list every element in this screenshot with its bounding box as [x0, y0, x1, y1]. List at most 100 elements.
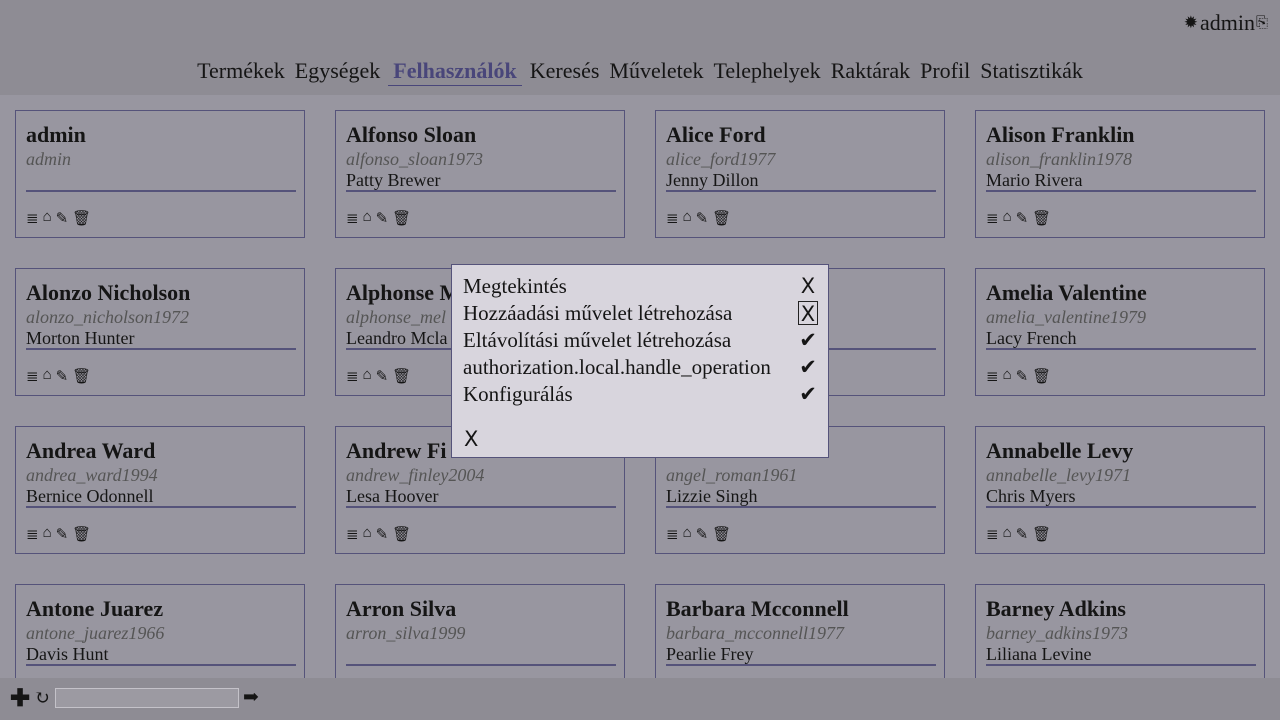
list-icon[interactable]: ≣: [26, 525, 39, 544]
list-icon[interactable]: ≣: [666, 209, 679, 228]
list-icon[interactable]: ≣: [26, 367, 39, 386]
user-card[interactable]: Barney Adkins barney_adkins1973 Liliana Le…: [975, 584, 1265, 678]
user-full-name: Annabelle Levy: [986, 438, 1134, 463]
list-icon[interactable]: ≣: [986, 209, 999, 228]
permission-toggle[interactable]: ✔: [798, 328, 818, 352]
delete-icon[interactable]: 🗑: [1032, 367, 1051, 386]
user-actions: ≣⌂✎🗑: [666, 209, 731, 228]
edit-icon[interactable]: ✎: [376, 367, 389, 386]
top-bar: ✹ admin ⎘ Termékek Egységek Felhasználók Ke…: [0, 0, 1280, 95]
nav-item-6[interactable]: Raktárak: [829, 58, 912, 84]
user-full-name: Andrea Ward: [26, 438, 156, 463]
user-card[interactable]: Arron Silvaarron_silva1999≣⌂✎🗑: [335, 584, 625, 678]
permission-row: Eltávolítási művelet létrehozása ✔: [463, 328, 818, 355]
nav-item-0[interactable]: Termékek: [195, 58, 287, 84]
refresh-icon[interactable]: ↻: [34, 687, 50, 710]
user-contact: Lesa Hoover: [346, 486, 616, 508]
nav-item-1[interactable]: Egységek: [293, 58, 383, 84]
edit-icon[interactable]: ✎: [696, 209, 709, 228]
user-full-name: Andrew Fi: [346, 438, 447, 463]
user-card[interactable]: Amelia Valentine amelia_valentine1979 Lacy…: [975, 268, 1265, 396]
user-card[interactable]: Alice Ford alice_ford1977 Jenny Dillon ≣ ⌂ ✎ 🗑: [655, 110, 945, 238]
user-card[interactable]: Barbara Mcconnell barbara_mcconnell1977 Pe…: [655, 584, 945, 678]
user-actions: ≣⌂✎🗑: [346, 525, 411, 544]
delete-icon[interactable]: 🗑: [392, 525, 411, 544]
edit-icon[interactable]: ✎: [56, 525, 69, 544]
permissions-modal: X Megtekintés X Hozzáadási művelet létreho…: [451, 264, 829, 458]
delete-icon[interactable]: 🗑: [72, 367, 91, 386]
warehouse-icon[interactable]: ⌂: [683, 209, 692, 228]
nav-item-2[interactable]: Felhasználók: [388, 58, 522, 86]
delete-icon[interactable]: 🗑: [1032, 525, 1051, 544]
user-contact: Liliana Levine: [986, 644, 1256, 666]
warehouse-icon[interactable]: ⌂: [363, 525, 372, 544]
user-card[interactable]: Antone Juarez antone_juarez1966 Davis Hunt…: [15, 584, 305, 678]
user-username: annabelle_levy1971: [986, 465, 1131, 485]
user-card[interactable]: Alfonso Sloan alfonso_sloan1973 Patty Brew…: [335, 110, 625, 238]
warehouse-icon[interactable]: ⌂: [683, 525, 692, 544]
modal-close-button[interactable]: X: [464, 427, 478, 451]
user-contact: Davis Hunt: [26, 644, 296, 666]
user-card[interactable]: Alison Franklin alison_franklin1978 Mario …: [975, 110, 1265, 238]
permission-toggle[interactable]: ✔: [798, 382, 818, 406]
nav-item-7[interactable]: Profil: [918, 58, 972, 84]
permission-toggle[interactable]: ✔: [798, 355, 818, 379]
edit-icon[interactable]: ✎: [696, 525, 709, 544]
go-arrow-icon[interactable]: ➡: [243, 686, 259, 709]
user-card[interactable]: admin admin ≣ ⌂ ✎ 🗑: [15, 110, 305, 238]
search-input[interactable]: [55, 688, 239, 708]
edit-icon[interactable]: ✎: [376, 525, 389, 544]
user-full-name: Barbara Mcconnell: [666, 596, 849, 621]
nav-item-5[interactable]: Telephelyek: [712, 58, 823, 84]
user-contact: Morton Hunter: [26, 328, 296, 350]
user-full-name: Arron Silva: [346, 596, 457, 621]
warehouse-icon[interactable]: ⌂: [43, 525, 52, 544]
user-full-name: Alice Ford: [666, 122, 766, 147]
edit-icon[interactable]: ✎: [1016, 209, 1029, 228]
warehouse-icon[interactable]: ⌂: [1003, 367, 1012, 386]
edit-icon[interactable]: ✎: [56, 209, 69, 228]
permission-row: Hozzáadási művelet létrehozása X: [463, 301, 818, 328]
list-icon[interactable]: ≣: [986, 525, 999, 544]
delete-icon[interactable]: 🗑: [392, 367, 411, 386]
warehouse-icon[interactable]: ⌂: [43, 209, 52, 228]
user-card[interactable]: Alonzo Nicholson alonzo_nicholson1972 Mort…: [15, 268, 305, 396]
edit-icon[interactable]: ✎: [1016, 367, 1029, 386]
username-label[interactable]: admin: [1200, 10, 1255, 36]
warehouse-icon[interactable]: ⌂: [1003, 209, 1012, 228]
list-icon[interactable]: ≣: [26, 209, 39, 228]
user-contact: Mario Rivera: [986, 170, 1256, 192]
nav-item-8[interactable]: Statisztikák: [978, 58, 1085, 84]
permission-toggle[interactable]: X: [798, 301, 818, 326]
list-icon[interactable]: ≣: [986, 367, 999, 386]
edit-icon[interactable]: ✎: [1016, 525, 1029, 544]
nav-item-3[interactable]: Keresés: [528, 58, 602, 84]
edit-icon[interactable]: ✎: [376, 209, 389, 228]
list-icon[interactable]: ≣: [346, 367, 359, 386]
warehouse-icon[interactable]: ⌂: [43, 367, 52, 386]
user-card[interactable]: Andrea Ward andrea_ward1994 Bernice Odonne…: [15, 426, 305, 554]
user-menu[interactable]: ✹ admin ⎘: [1184, 10, 1268, 36]
permission-toggle[interactable]: X: [798, 274, 818, 298]
warehouse-icon[interactable]: ⌂: [363, 209, 372, 228]
warehouse-icon[interactable]: ⌂: [1003, 525, 1012, 544]
list-icon[interactable]: ≣: [666, 525, 679, 544]
user-card[interactable]: Annabelle Levy annabelle_levy1971 Chris My…: [975, 426, 1265, 554]
delete-icon[interactable]: 🗑: [1032, 209, 1051, 228]
list-icon[interactable]: ≣: [346, 525, 359, 544]
delete-icon[interactable]: 🗑: [712, 525, 731, 544]
delete-icon[interactable]: 🗑: [72, 525, 91, 544]
logout-icon[interactable]: ⎘: [1256, 14, 1268, 32]
user-actions: ≣⌂✎🗑: [26, 525, 91, 544]
user-full-name: Barney Adkins: [986, 596, 1126, 621]
warehouse-icon[interactable]: ⌂: [363, 367, 372, 386]
delete-icon[interactable]: 🗑: [712, 209, 731, 228]
user-actions: ≣⌂✎🗑: [26, 209, 91, 228]
list-icon[interactable]: ≣: [346, 209, 359, 228]
edit-icon[interactable]: ✎: [56, 367, 69, 386]
delete-icon[interactable]: 🗑: [72, 209, 91, 228]
user-full-name: Alonzo Nicholson: [26, 280, 191, 305]
add-icon[interactable]: ✚: [10, 684, 30, 713]
nav-item-4[interactable]: Műveletek: [607, 58, 705, 84]
delete-icon[interactable]: 🗑: [392, 209, 411, 228]
